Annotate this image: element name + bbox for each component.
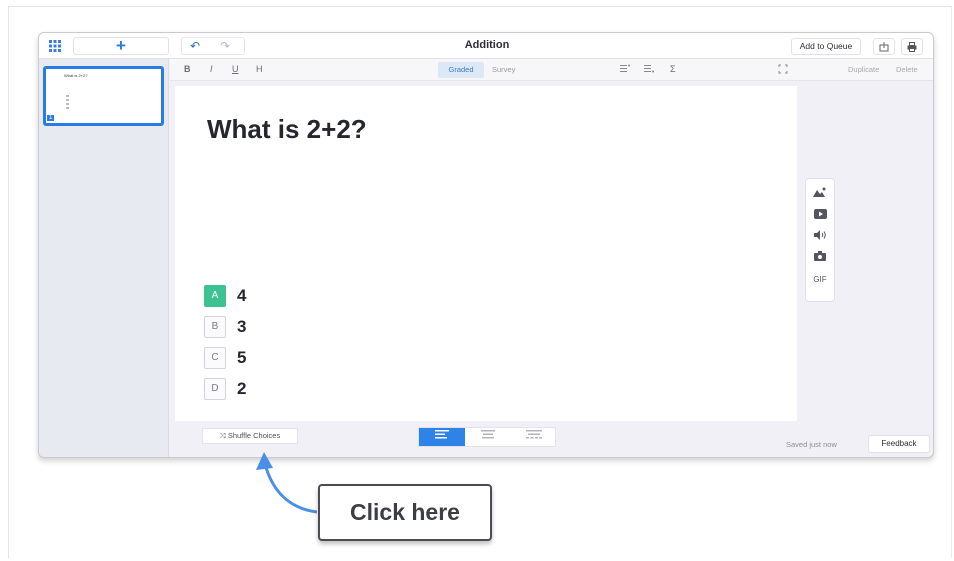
feedback-button[interactable]: Feedback: [868, 435, 930, 453]
layout-grid-option[interactable]: [511, 428, 557, 446]
gif-button[interactable]: GIF: [806, 275, 834, 284]
thumbnail-choices: [66, 95, 70, 111]
frame-line-top: [8, 6, 952, 7]
layout-list-option[interactable]: [419, 428, 465, 446]
slide-thumbnail[interactable]: What is 2+2? 1: [43, 66, 164, 126]
title-bar: + ↶ ↷ Addition Add to Queue: [39, 33, 933, 59]
graded-toggle[interactable]: Graded: [438, 62, 484, 78]
numbered-list-icon[interactable]: [644, 64, 654, 75]
format-toolbar: B I U H Graded Survey Σ Duplicate Delete: [170, 59, 933, 81]
choice-letter-c[interactable]: C: [204, 347, 226, 369]
callout-arrow-icon: [256, 452, 318, 514]
image-icon[interactable]: [806, 187, 834, 201]
delete-button[interactable]: Delete: [896, 65, 918, 74]
choice-text-a[interactable]: 4: [237, 286, 246, 306]
slide-sidebar: What is 2+2? 1: [39, 59, 169, 457]
choice-text-d[interactable]: 2: [237, 379, 246, 399]
choice-letter-b[interactable]: B: [204, 316, 226, 338]
camera-icon[interactable]: [806, 251, 834, 264]
choice-text-b[interactable]: 3: [237, 317, 246, 337]
question-text[interactable]: What is 2+2?: [207, 114, 367, 145]
frame-line-right: [951, 6, 952, 558]
bullet-list-icon[interactable]: [620, 64, 630, 75]
export-icon: [879, 42, 889, 52]
export-button[interactable]: [873, 38, 895, 55]
video-icon[interactable]: [806, 209, 834, 222]
choice-letter-d[interactable]: D: [204, 378, 226, 400]
slide-number: 1: [47, 115, 55, 121]
equation-button[interactable]: Σ: [670, 64, 676, 74]
audio-icon[interactable]: [806, 230, 834, 243]
save-status: Saved just now: [786, 440, 837, 449]
italic-button[interactable]: I: [210, 64, 213, 74]
choice-text-c[interactable]: 5: [237, 348, 246, 368]
expand-icon[interactable]: [778, 64, 788, 76]
choice-letter-a[interactable]: A: [204, 285, 226, 307]
align-left-icon: [435, 430, 449, 439]
shuffle-choices-button[interactable]: ⤨ Shuffle Choices: [202, 428, 298, 444]
print-icon: [907, 42, 917, 52]
duplicate-button[interactable]: Duplicate: [848, 65, 879, 74]
layout-center-option[interactable]: [465, 428, 511, 446]
bold-button[interactable]: B: [184, 64, 191, 74]
thumbnail-title: What is 2+2?: [64, 73, 88, 78]
heading-button[interactable]: H: [256, 64, 263, 74]
print-button[interactable]: [901, 38, 923, 55]
editor-window: + ↶ ↷ Addition Add to Queue What is 2+2?: [38, 32, 934, 458]
frame-line-left: [8, 6, 9, 558]
underline-button[interactable]: U: [232, 64, 239, 74]
layout-selector: [418, 427, 556, 447]
add-to-queue-button[interactable]: Add to Queue: [791, 38, 861, 55]
grid-layout-icon: [526, 430, 542, 439]
question-canvas[interactable]: What is 2+2? A 4 B 3 C 5 D 2: [175, 86, 797, 421]
align-center-icon: [481, 430, 495, 439]
media-toolbar: GIF: [805, 178, 835, 302]
survey-toggle[interactable]: Survey: [492, 65, 515, 74]
click-here-callout: Click here: [318, 484, 492, 541]
